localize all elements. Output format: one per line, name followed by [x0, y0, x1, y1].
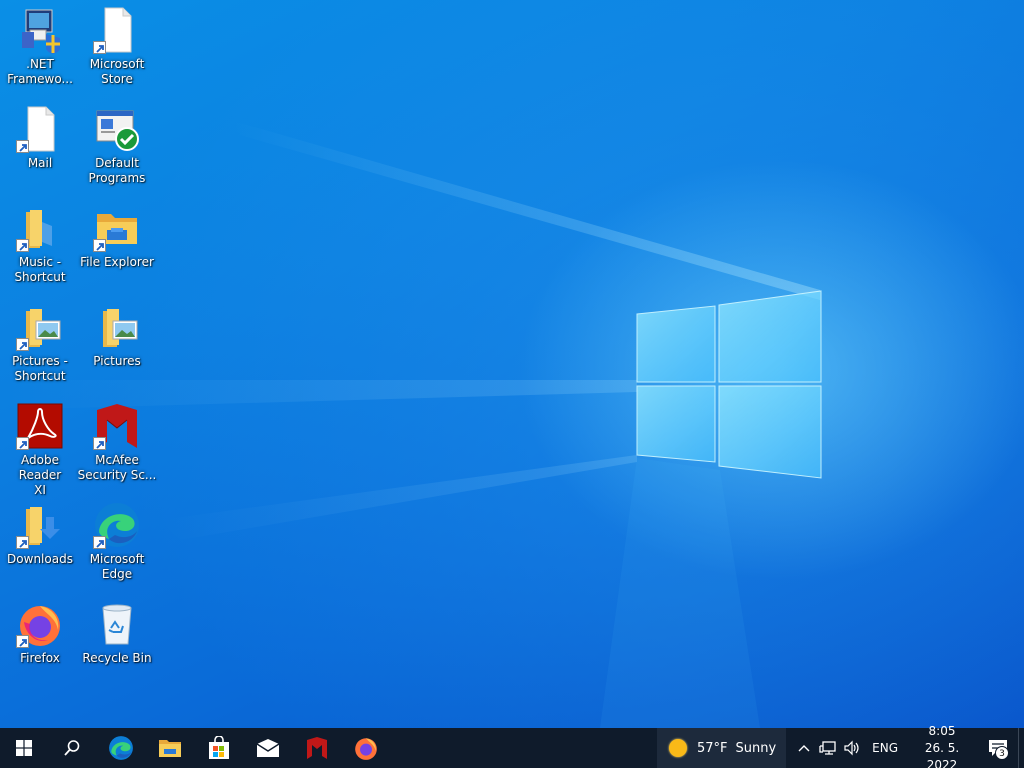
edge-icon: [108, 736, 133, 760]
file-explorer-icon: [158, 740, 181, 757]
folder-icon: [16, 204, 64, 252]
desktop-icon-file-explorer[interactable]: File Explorer: [77, 198, 157, 290]
weather-widget[interactable]: 57°F Sunny: [656, 728, 787, 768]
shortcut-arrow-icon: [16, 338, 29, 351]
volume-button[interactable]: [840, 728, 864, 768]
taskbar-edge[interactable]: [96, 728, 145, 768]
speaker-icon: [844, 740, 859, 756]
clock-date: 26. 5. 2022: [924, 740, 960, 768]
desktop-icon-label: Microsoft Edge: [89, 552, 145, 581]
shortcut-arrow-icon: [93, 437, 106, 450]
recycle-bin-icon: [93, 600, 141, 648]
blank-file-icon: [16, 105, 64, 153]
desktop[interactable]: .NET Framewo... Mail Music - Shortcut Pi…: [0, 0, 1024, 728]
default-programs-icon: [93, 105, 141, 153]
desktop-icon-label: File Explorer: [80, 255, 154, 269]
desktop-icon-recycle-bin[interactable]: Recycle Bin: [77, 594, 157, 686]
taskbar-firefox[interactable]: [341, 728, 390, 768]
windows-logo-wallpaper: [636, 290, 822, 479]
weather-condition: Sunny: [735, 740, 777, 756]
desktop-icon-mcafee[interactable]: McAfee Security Sc...: [77, 396, 157, 488]
clock-time: 8:05: [928, 723, 956, 738]
mcafee-icon: [306, 737, 327, 759]
taskbar-microsoft-store[interactable]: [194, 728, 243, 768]
desktop-icon-label: Pictures: [93, 354, 141, 368]
search-icon: [64, 740, 80, 756]
desktop-icon-pictures[interactable]: Pictures: [77, 297, 157, 389]
action-center-button[interactable]: 3: [978, 728, 1018, 768]
network-button[interactable]: [816, 728, 840, 768]
store-bag-icon: [208, 736, 229, 759]
shortcut-arrow-icon: [93, 41, 106, 54]
adobe-reader-icon: [16, 402, 64, 450]
desktop-icon-dotnet[interactable]: .NET Framewo...: [0, 0, 80, 92]
desktop-icon-label: Music - Shortcut: [14, 255, 66, 284]
shortcut-arrow-icon: [16, 536, 29, 549]
shortcut-arrow-icon: [93, 536, 106, 549]
desktop-icon-label: .NET Framewo...: [7, 57, 73, 86]
desktop-icon-label: Microsoft Store: [89, 57, 145, 86]
pictures-folder-icon: [16, 303, 64, 351]
network-icon: [819, 741, 836, 755]
desktop-icon-default-programs[interactable]: Default Programs: [77, 99, 157, 191]
search-button[interactable]: [48, 728, 96, 768]
notification-count-badge: 3: [995, 746, 1009, 760]
desktop-icon-label: Adobe Reader XI: [18, 453, 62, 497]
file-explorer-icon: [93, 204, 141, 252]
desktop-icon-pictures-shortcut[interactable]: Pictures - Shortcut: [0, 297, 80, 389]
mcafee-icon: [93, 402, 141, 450]
edge-icon: [93, 501, 141, 549]
taskbar: 57°F Sunny ENG 8:05 26. 5. 2022 3: [0, 724, 1024, 768]
shortcut-arrow-icon: [16, 437, 29, 450]
pictures-folder-icon: [93, 303, 141, 351]
shortcut-arrow-icon: [16, 635, 29, 648]
desktop-icon-firefox[interactable]: Firefox: [0, 594, 80, 686]
desktop-icon-label: Pictures - Shortcut: [12, 354, 68, 383]
desktop-icon-music-shortcut[interactable]: Music - Shortcut: [0, 198, 80, 290]
sunny-weather-icon: [668, 739, 687, 757]
desktop-icon-label: Default Programs: [88, 156, 146, 185]
shortcut-arrow-icon: [93, 239, 106, 252]
shortcut-arrow-icon: [16, 140, 29, 153]
desktop-icon-microsoft-store[interactable]: Microsoft Store: [77, 0, 157, 92]
blank-file-icon: [93, 6, 141, 54]
firefox-icon: [354, 738, 377, 760]
desktop-icon-label: Downloads: [7, 552, 73, 566]
desktop-icon-mail[interactable]: Mail: [0, 99, 80, 191]
windows-logo-icon: [16, 740, 32, 756]
mail-icon: [256, 739, 279, 757]
system-tray: 57°F Sunny ENG 8:05 26. 5. 2022 3: [656, 724, 1024, 768]
clock[interactable]: 8:05 26. 5. 2022: [906, 723, 978, 768]
firefox-icon: [16, 600, 64, 648]
show-desktop-button[interactable]: [1018, 728, 1024, 768]
show-hidden-icons-button[interactable]: [792, 728, 816, 768]
taskbar-mcafee[interactable]: [292, 728, 341, 768]
shortcut-arrow-icon: [16, 239, 29, 252]
desktop-icon-label: Firefox: [20, 651, 60, 665]
taskbar-file-explorer[interactable]: [145, 728, 194, 768]
weather-temperature: 57°F: [696, 740, 728, 756]
start-button[interactable]: [0, 728, 48, 768]
input-language-indicator[interactable]: ENG: [864, 741, 906, 755]
desktop-icon-downloads[interactable]: Downloads: [0, 495, 80, 587]
desktop-icon-label: Mail: [27, 156, 53, 170]
dotnet-installer-icon: [16, 6, 64, 54]
desktop-icon-microsoft-edge[interactable]: Microsoft Edge: [77, 495, 157, 587]
desktop-icon-label: Recycle Bin: [82, 651, 152, 665]
taskbar-mail[interactable]: [243, 728, 292, 768]
desktop-icon-adobe-reader[interactable]: Adobe Reader XI: [0, 396, 80, 497]
chevron-up-icon: [798, 745, 810, 752]
downloads-folder-icon: [16, 501, 64, 549]
desktop-icon-label: McAfee Security Sc...: [77, 453, 157, 482]
